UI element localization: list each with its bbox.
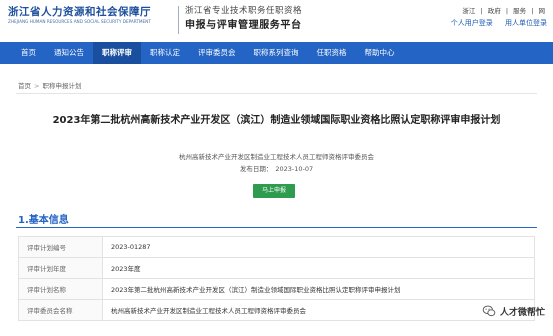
- breadcrumb-home[interactable]: 首页: [18, 82, 31, 90]
- row-value: 2023年度: [102, 257, 535, 279]
- table-row: 评审计划编号 2023-01287: [18, 236, 535, 258]
- watermark-text: 人才微帮忙: [499, 307, 545, 318]
- section-divider: [16, 227, 537, 228]
- header-divider: [178, 6, 179, 34]
- main-nav: 首页 通知公告 职称评审 职称认定 评审委员会 职称系列查询 任职资格 帮助中心: [0, 42, 553, 64]
- table-row: 评审委员会名称 杭州高新技术产业开发区制造业工程技术人员工程师资格评审委员会: [18, 299, 535, 321]
- top-links[interactable]: 浙江 | 政府 | 服务 | 网: [459, 5, 545, 15]
- breadcrumb-separator: >: [34, 82, 40, 90]
- nav-item-title-recognition[interactable]: 职称认定: [141, 42, 189, 64]
- nav-item-review-committee[interactable]: 评审委员会: [189, 42, 245, 64]
- login-links: 个人用户登录 用人单位登录: [441, 18, 547, 28]
- breadcrumb-divider: [16, 93, 537, 94]
- personal-login-link[interactable]: 个人用户登录: [451, 19, 493, 27]
- org-name-cn: 浙江省人力资源和社会保障厅: [8, 6, 151, 18]
- row-label: 评审计划名称: [18, 278, 103, 300]
- site-header: 浙江省人力资源和社会保障厅 ZHEJIANG HUMAN RESOURCES A…: [0, 0, 553, 42]
- top-link[interactable]: 网: [539, 7, 546, 15]
- section-title-basic-info: 1.基本信息: [18, 215, 69, 226]
- top-link-sep: |: [505, 7, 509, 15]
- publish-date: 发布日期： 2023-10-07: [8, 163, 545, 173]
- nav-item-title-series[interactable]: 职称系列查询: [245, 42, 308, 64]
- row-value: 2023-01287: [102, 236, 535, 258]
- wechat-icon: [482, 305, 496, 317]
- top-link-sep: |: [480, 7, 483, 15]
- system-title: 申报与评审管理服务平台: [185, 20, 302, 31]
- publish-date-label: 发布日期：: [239, 165, 273, 173]
- top-link[interactable]: 政府: [488, 7, 501, 15]
- nav-item-title-review[interactable]: 职称评审: [93, 42, 141, 64]
- nav-item-notices[interactable]: 通知公告: [45, 42, 93, 64]
- top-link[interactable]: 服务: [513, 7, 526, 15]
- row-value: 杭州高新技术产业开发区制造业工程技术人员工程师资格评审委员会: [102, 299, 535, 321]
- publish-date-value: 2023-10-07: [275, 165, 314, 173]
- row-value: 2023年第二批杭州高新技术产业开发区（滨江）制造业领域国际职业资格比照认定职称…: [102, 278, 535, 300]
- table-row: 评审计划年度 2023年度: [18, 257, 535, 279]
- table-row: 评审计划名称 2023年第二批杭州高新技术产业开发区（滨江）制造业领域国际职业资…: [18, 278, 535, 300]
- nav-item-home[interactable]: 首页: [12, 42, 45, 64]
- breadcrumb: 首页 > 职称申报计划: [18, 80, 81, 90]
- org-name-en: ZHEJIANG HUMAN RESOURCES AND SOCIAL SECU…: [8, 19, 151, 24]
- top-link[interactable]: 浙江: [462, 7, 475, 15]
- breadcrumb-current[interactable]: 职称申报计划: [42, 82, 81, 90]
- system-subtitle: 浙江省专业技术职务任职资格: [185, 6, 303, 16]
- watermark: 人才微帮忙: [482, 304, 545, 318]
- apply-now-button[interactable]: 马上申报: [253, 184, 295, 198]
- row-label: 评审委员会名称: [18, 299, 103, 321]
- page-title: 2023年第二批杭州高新技术产业开发区（滨江）制造业领域国际职业资格比照认定职称…: [52, 115, 501, 126]
- top-link-sep: |: [531, 7, 534, 15]
- basic-info-table: 评审计划编号 2023-01287 评审计划年度 2023年度 评审计划名称 2…: [18, 236, 535, 321]
- nav-item-qualification[interactable]: 任职资格: [308, 42, 356, 64]
- row-label: 评审计划编号: [18, 236, 103, 258]
- org-login-link[interactable]: 用人单位登录: [505, 19, 547, 27]
- main-content: 首页 > 职称申报计划 2023年第二批杭州高新技术产业开发区（滨江）制造业领域国际…: [8, 72, 545, 336]
- nav-item-help[interactable]: 帮助中心: [356, 42, 404, 64]
- issuer-name: 杭州高新技术产业开发区制造业工程技术人员工程师资格评审委员会: [179, 153, 374, 161]
- row-label: 评审计划年度: [18, 257, 103, 279]
